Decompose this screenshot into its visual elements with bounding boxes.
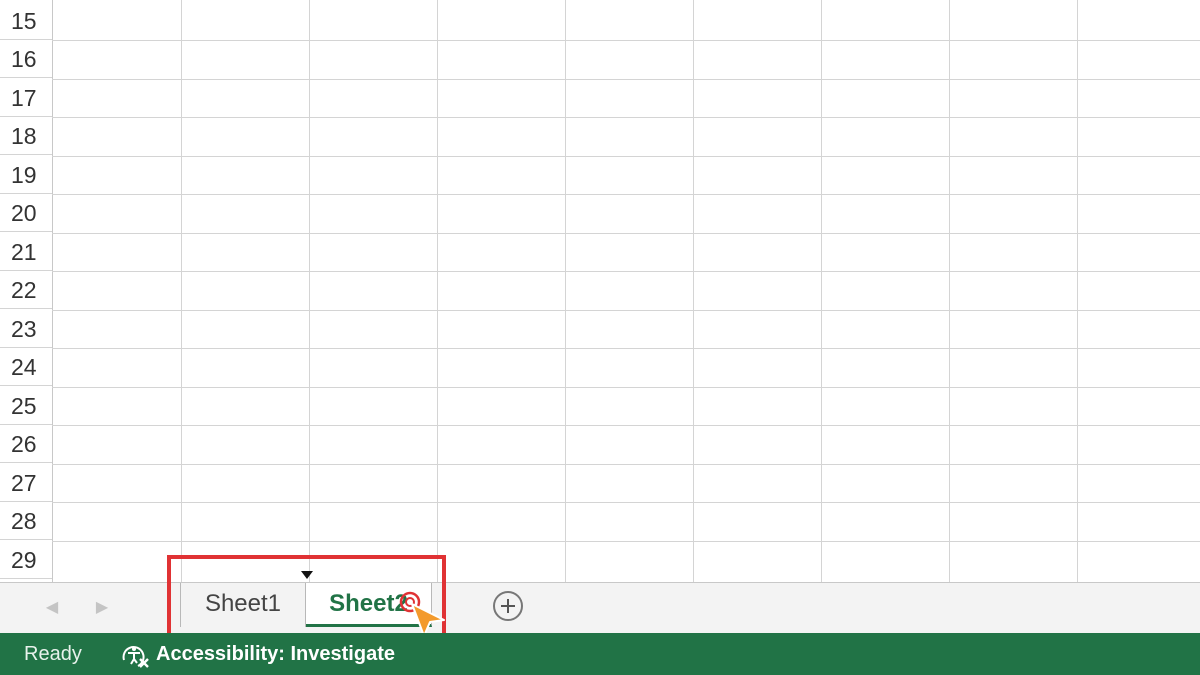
new-sheet-button[interactable] — [493, 591, 523, 621]
row-gridline — [52, 348, 1200, 349]
row-gridline — [52, 464, 1200, 465]
row-gridline — [52, 233, 1200, 234]
row-gridline — [52, 310, 1200, 311]
row-header-15[interactable]: 15 — [0, 2, 52, 40]
row-header-29[interactable]: 29 — [0, 541, 52, 579]
row-gridline — [52, 541, 1200, 542]
row-gridline — [52, 40, 1200, 41]
row-header-24[interactable]: 24 — [0, 348, 52, 386]
row-header-column: 15 16 17 18 19 20 21 22 23 24 25 26 27 2… — [0, 0, 53, 582]
status-bar: Ready Accessibility: Investigate — [0, 633, 1200, 675]
row-gridline — [52, 117, 1200, 118]
row-gridline — [52, 194, 1200, 195]
row-gridline — [52, 79, 1200, 80]
column-gridline — [181, 0, 182, 582]
row-header-23[interactable]: 23 — [0, 310, 52, 348]
row-header-21[interactable]: 21 — [0, 233, 52, 271]
chevron-left-icon: ◀ — [45, 599, 59, 616]
column-gridline — [949, 0, 950, 582]
scroll-tabs-right-button[interactable]: ▶ — [90, 591, 114, 625]
column-gridline — [437, 0, 438, 582]
row-header-22[interactable]: 22 — [0, 271, 52, 309]
row-header-27[interactable]: 27 — [0, 464, 52, 502]
row-gridline — [52, 502, 1200, 503]
column-gridline — [1077, 0, 1078, 582]
sheet-tab-sheet1[interactable]: Sheet1 — [180, 583, 306, 627]
worksheet-grid[interactable]: 15 16 17 18 19 20 21 22 23 24 25 26 27 2… — [0, 0, 1200, 582]
row-gridline — [52, 425, 1200, 426]
row-header-25[interactable]: 25 — [0, 387, 52, 425]
column-gridline — [309, 0, 310, 582]
row-header-19[interactable]: 19 — [0, 156, 52, 194]
column-gridline — [693, 0, 694, 582]
row-header-20[interactable]: 20 — [0, 194, 52, 232]
row-header-28[interactable]: 28 — [0, 502, 52, 540]
row-gridline — [52, 156, 1200, 157]
accessibility-icon[interactable] — [118, 641, 152, 669]
row-gridline — [52, 387, 1200, 388]
row-gridline — [52, 271, 1200, 272]
chevron-right-icon: ▶ — [95, 599, 109, 616]
row-header-26[interactable]: 26 — [0, 425, 52, 463]
tab-drop-position-marker-icon — [301, 571, 313, 579]
sheet-tab-bar: ◀ ▶ Sheet1 Sheet2 — [0, 571, 1200, 633]
column-gridline — [565, 0, 566, 582]
row-header-17[interactable]: 17 — [0, 79, 52, 117]
status-ready-text: Ready — [24, 643, 82, 665]
column-gridline — [821, 0, 822, 582]
scroll-tabs-left-button[interactable]: ◀ — [40, 591, 64, 625]
row-header-16[interactable]: 16 — [0, 40, 52, 78]
row-header-18[interactable]: 18 — [0, 117, 52, 155]
accessibility-status-button[interactable]: Accessibility: Investigate — [156, 633, 395, 675]
